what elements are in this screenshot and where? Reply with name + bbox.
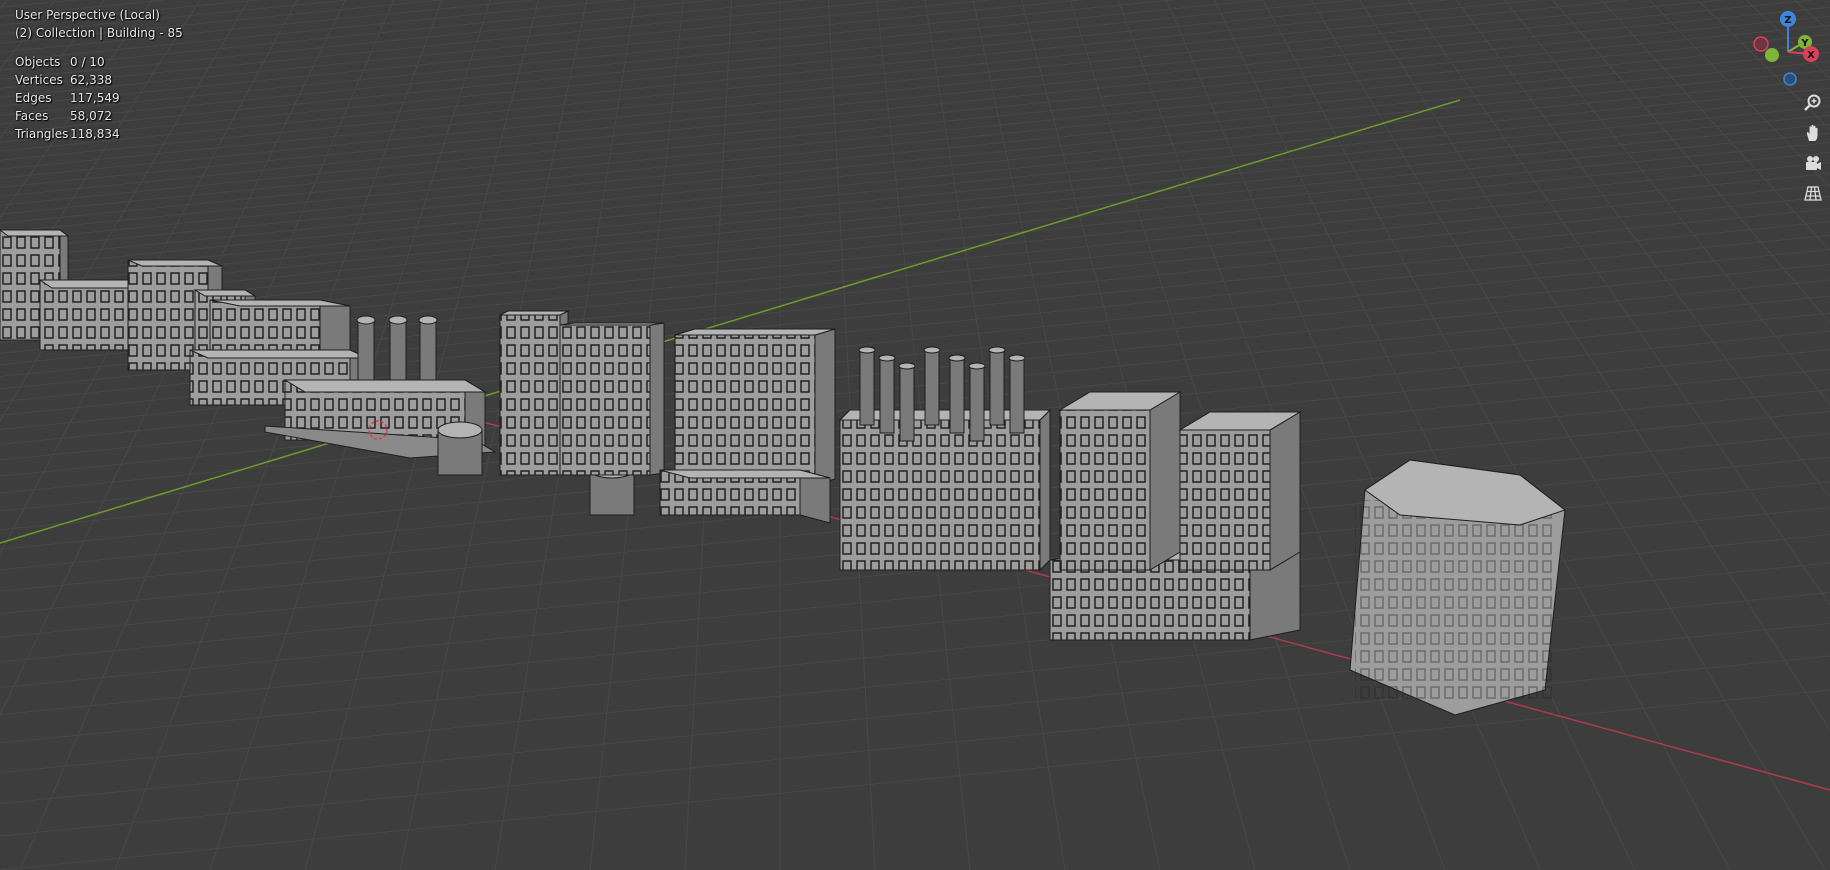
stat-value: 117,549	[70, 91, 120, 105]
camera-view-button[interactable]	[1800, 150, 1826, 176]
scene-canvas[interactable]	[0, 0, 1830, 870]
gizmo-neg-y[interactable]	[1765, 48, 1779, 62]
building-mesh[interactable]	[499, 310, 665, 476]
stat-value: 0 / 10	[70, 55, 105, 69]
gizmo-x-label: X	[1807, 50, 1815, 61]
stat-label: Edges	[15, 91, 52, 105]
camera-view-icon	[1806, 156, 1821, 170]
building-mesh[interactable]	[1049, 391, 1302, 641]
stat-label: Triangles	[15, 127, 69, 141]
gizmo-neg-x[interactable]	[1753, 36, 1769, 52]
ortho-grid-icon	[1804, 186, 1822, 201]
water-tank-mesh[interactable]	[437, 421, 483, 476]
stat-row: Triangles 118,834	[15, 125, 120, 143]
stat-row: Edges 117,549	[15, 89, 120, 107]
stat-value: 118,834	[70, 127, 120, 141]
navigation-gizmo[interactable]: Z Y X	[1748, 8, 1828, 90]
building-mesh[interactable]	[838, 346, 1052, 572]
stat-row: Vertices 62,338	[15, 71, 120, 89]
stat-label: Vertices	[15, 73, 63, 87]
pan-hand-icon	[1806, 124, 1818, 141]
zoom-icon	[1804, 94, 1821, 111]
scene-statistics: Objects 0 / 10 Vertices 62,338 Edges 117,54…	[15, 53, 120, 143]
gizmo-neg-z[interactable]	[1783, 72, 1797, 86]
stat-label: Objects	[15, 55, 61, 69]
stat-row: Faces 58,072	[15, 107, 120, 125]
pan-button[interactable]	[1800, 120, 1826, 146]
building-mesh[interactable]	[0, 229, 144, 359]
stat-label: Faces	[15, 109, 49, 123]
view-info: User Perspective (Local) (2) Collection …	[15, 6, 183, 42]
zoom-button[interactable]	[1800, 90, 1826, 116]
building-mesh[interactable]	[659, 328, 836, 524]
view-name: User Perspective (Local)	[15, 8, 160, 22]
3d-viewport[interactable]: User Perspective (Local) (2) Collection …	[0, 0, 1830, 870]
collection-label: (2) Collection | Building - 85	[15, 26, 183, 40]
gizmo-z-label: Z	[1784, 15, 1791, 26]
stat-value: 62,338	[70, 73, 112, 87]
stat-value: 58,072	[70, 109, 112, 123]
stat-row: Objects 0 / 10	[15, 53, 120, 71]
ortho-toggle-button[interactable]	[1800, 180, 1826, 206]
building-mesh[interactable]	[1349, 459, 1567, 716]
